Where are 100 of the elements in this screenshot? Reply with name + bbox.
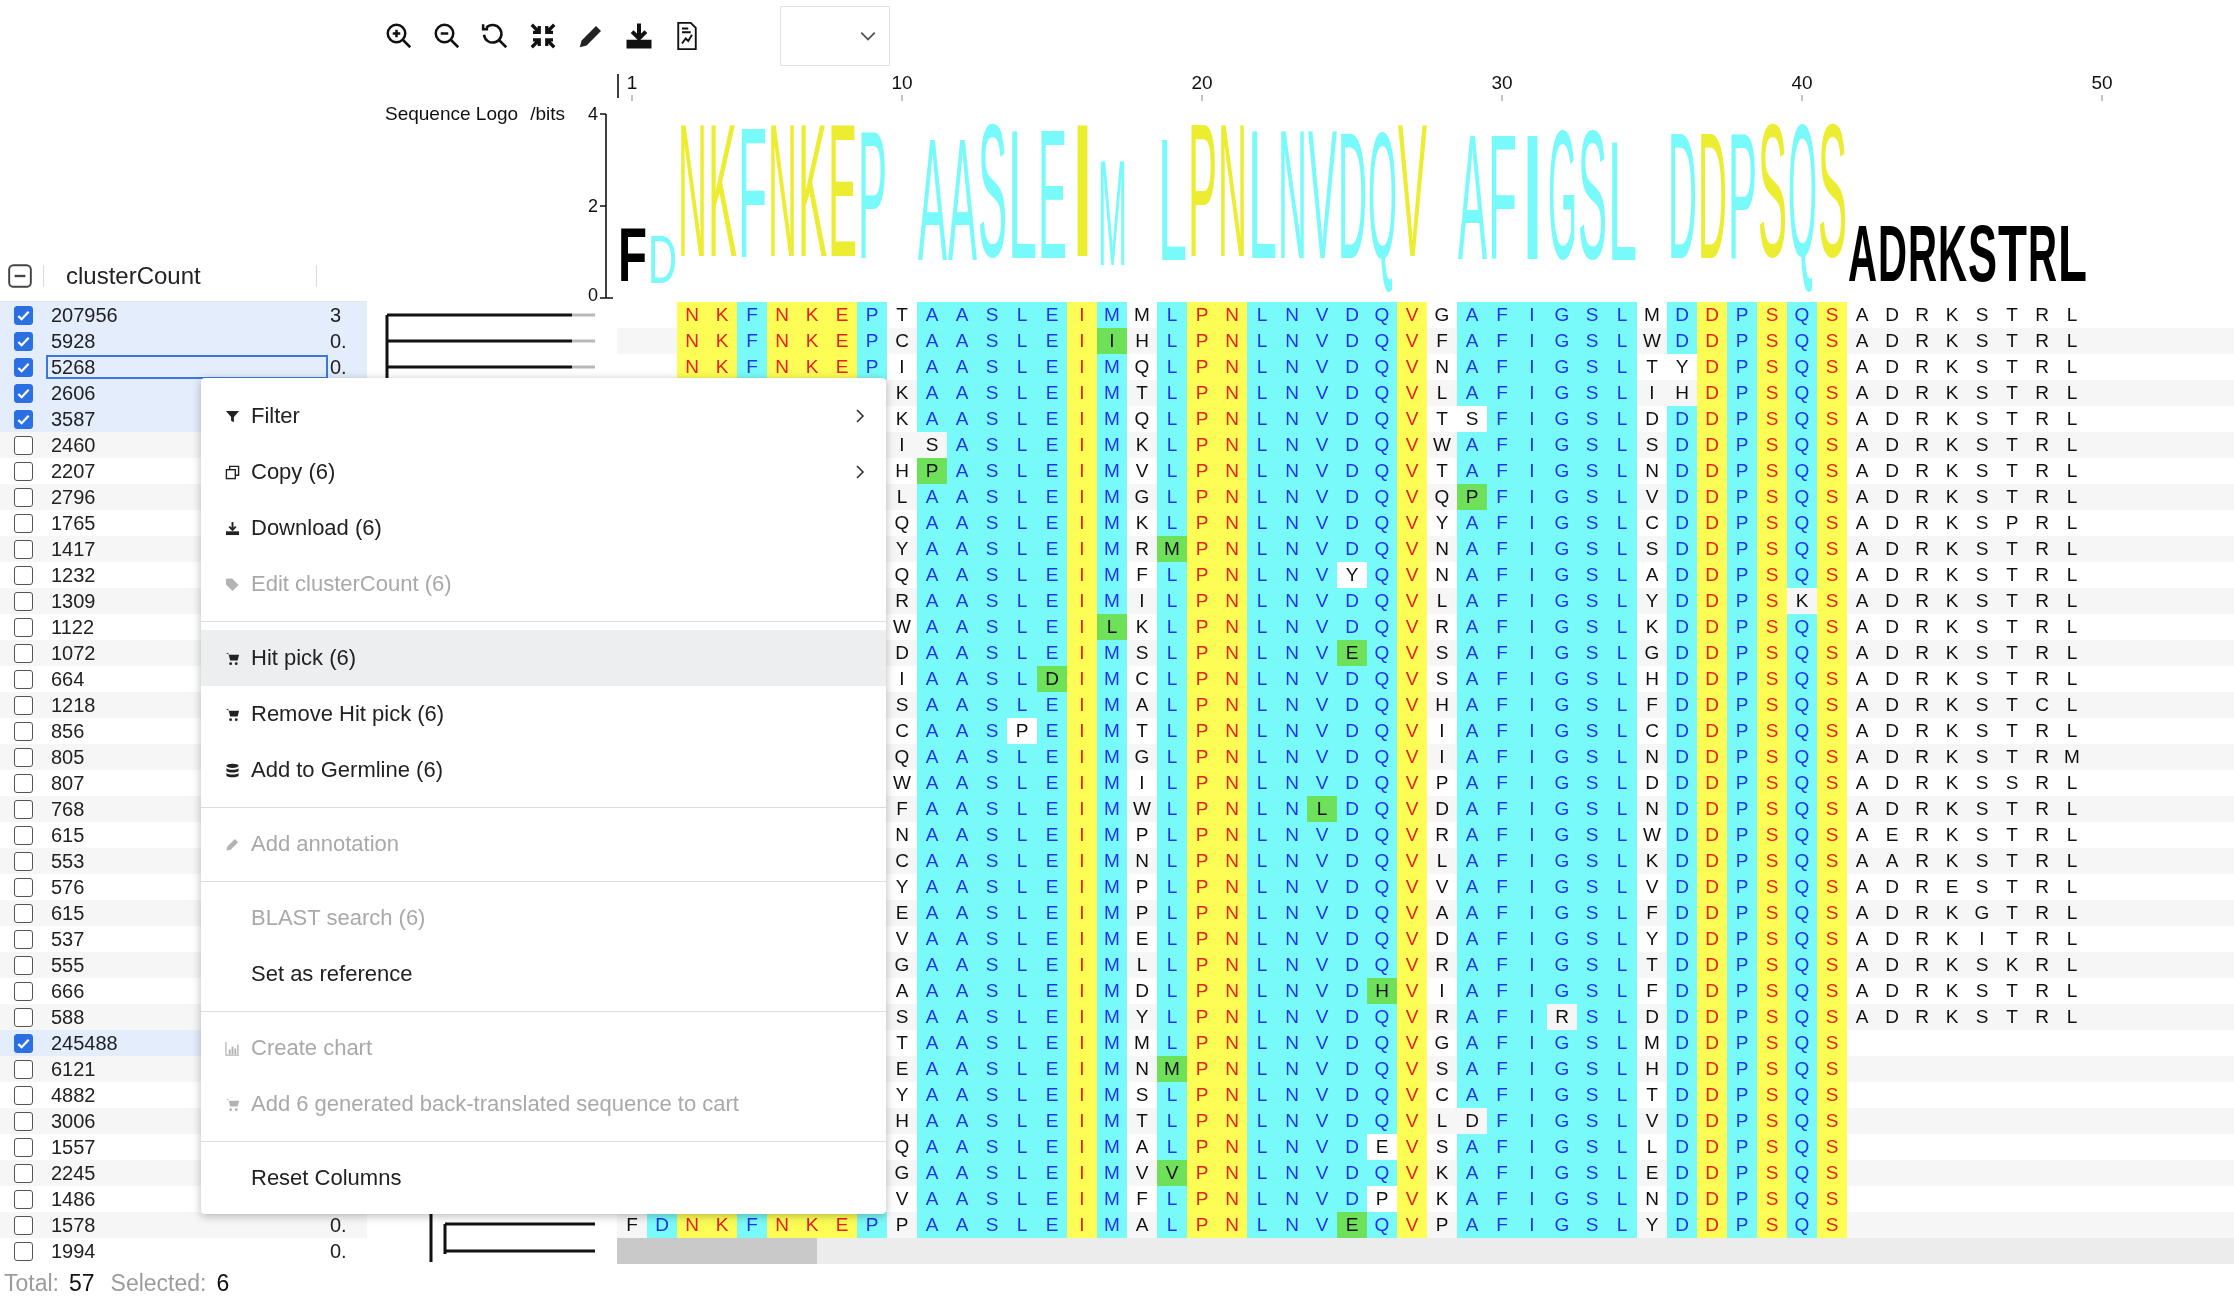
checkbox[interactable] <box>13 825 33 845</box>
table-cell-text: 768 <box>50 797 86 821</box>
table-row[interactable]: 1765 <box>0 510 201 536</box>
zoom-in-icon[interactable] <box>384 21 414 51</box>
table-row[interactable]: 537 <box>0 926 201 952</box>
table-cell-text: 2796 <box>50 485 97 509</box>
checkbox[interactable] <box>13 383 33 403</box>
table-row[interactable]: 2460 <box>0 432 201 458</box>
checkbox[interactable] <box>13 331 33 351</box>
residue: L <box>2065 459 2079 483</box>
menu-item[interactable]: Remove Hit pick (6) <box>201 686 886 742</box>
checkbox[interactable] <box>13 799 33 819</box>
table-row[interactable]: 2245 <box>0 1160 201 1186</box>
checkbox[interactable] <box>13 513 33 533</box>
menu-item[interactable]: Download (6) <box>201 500 886 556</box>
checkbox[interactable] <box>13 851 33 871</box>
column-header[interactable]: clusterCount <box>66 261 316 290</box>
table-row[interactable]: 1309 <box>0 588 201 614</box>
checkbox[interactable] <box>13 695 33 715</box>
checkbox[interactable] <box>13 1007 33 1027</box>
checkbox[interactable] <box>13 721 33 741</box>
checkbox[interactable] <box>13 591 33 611</box>
checkbox[interactable] <box>13 1215 33 1235</box>
menu-item[interactable]: Filter <box>201 388 886 444</box>
table-row[interactable]: 1994 0. <box>0 1238 367 1264</box>
table-row[interactable]: 666 <box>0 978 201 1004</box>
checkbox[interactable] <box>13 669 33 689</box>
table-row[interactable]: 3006 <box>0 1108 201 1134</box>
checkbox[interactable] <box>13 903 33 923</box>
checkbox[interactable] <box>13 461 33 481</box>
table-row[interactable]: 553 <box>0 848 201 874</box>
checkbox[interactable] <box>13 357 33 377</box>
table-row[interactable]: 1072 <box>0 640 201 666</box>
residue: E <box>827 302 857 328</box>
residue: P <box>1727 952 1757 978</box>
residue: Q <box>1787 796 1817 822</box>
checkbox[interactable] <box>13 1059 33 1079</box>
table-row[interactable]: 664 <box>0 666 201 692</box>
checkbox[interactable] <box>13 1137 33 1157</box>
table-row[interactable]: 1486 <box>0 1186 201 1212</box>
checkbox[interactable] <box>13 747 33 767</box>
checkbox[interactable] <box>13 539 33 559</box>
table-row[interactable]: 615 <box>0 822 201 848</box>
table-row[interactable]: 588 <box>0 1004 201 1030</box>
checkbox[interactable] <box>13 1033 33 1053</box>
table-row[interactable]: 2796 <box>0 484 201 510</box>
residue: A <box>1854 511 1870 535</box>
checkbox[interactable] <box>13 435 33 455</box>
checkbox[interactable] <box>13 877 33 897</box>
table-row[interactable]: 615 <box>0 900 201 926</box>
checkbox[interactable] <box>13 773 33 793</box>
table-row[interactable]: 768 <box>0 796 201 822</box>
table-row[interactable]: 807 <box>0 770 201 796</box>
checkbox[interactable] <box>13 955 33 975</box>
table-row[interactable]: 5928 0. <box>0 328 367 354</box>
table-row[interactable]: 1218 <box>0 692 201 718</box>
table-row[interactable]: 245488 <box>0 1030 201 1056</box>
table-row[interactable]: 207956 3 <box>0 302 367 328</box>
menu-item[interactable]: Reset Columns <box>201 1150 886 1206</box>
table-row[interactable]: 4882 <box>0 1082 201 1108</box>
checkbox[interactable] <box>13 305 33 325</box>
residue: S <box>1577 588 1607 614</box>
table-row[interactable]: 1417 <box>0 536 201 562</box>
table-row[interactable]: 3587 <box>0 406 201 432</box>
table-row[interactable]: 856 <box>0 718 201 744</box>
menu-item[interactable]: Add to Germline (6) <box>201 742 886 798</box>
table-row[interactable]: 6121 <box>0 1056 201 1082</box>
table-row[interactable]: 1232 <box>0 562 201 588</box>
residue: S <box>1757 380 1787 406</box>
checkbox[interactable] <box>13 1111 33 1131</box>
checkbox[interactable] <box>13 487 33 507</box>
table-row[interactable]: 1578 0. <box>0 1212 367 1238</box>
menu-item[interactable]: Copy (6) <box>201 444 886 500</box>
table-row[interactable]: 1557 <box>0 1134 201 1160</box>
residue: N <box>1217 510 1247 536</box>
table-row[interactable]: 576 <box>0 874 201 900</box>
download-icon[interactable] <box>624 21 654 51</box>
table-row[interactable]: 5268 0. <box>0 354 367 380</box>
checkbox[interactable] <box>13 617 33 637</box>
table-row[interactable]: 1122 <box>0 614 201 640</box>
checkbox[interactable] <box>13 929 33 949</box>
compress-icon[interactable] <box>528 21 558 51</box>
checkbox[interactable] <box>13 981 33 1001</box>
checkbox[interactable] <box>13 1085 33 1105</box>
checkbox[interactable] <box>13 409 33 429</box>
reset-zoom-icon[interactable] <box>480 21 510 51</box>
menu-item[interactable]: Hit pick (6) <box>201 630 886 686</box>
checkbox[interactable] <box>13 565 33 585</box>
table-row[interactable]: 555 <box>0 952 201 978</box>
table-row[interactable]: 2606 <box>0 380 201 406</box>
zoom-out-icon[interactable] <box>432 21 462 51</box>
menu-item[interactable]: Set as reference <box>201 946 886 1002</box>
checkbox[interactable] <box>7 262 33 289</box>
checkbox[interactable] <box>13 1241 33 1261</box>
table-row[interactable]: 2207 <box>0 458 201 484</box>
scrollbar-thumb[interactable] <box>617 1238 817 1264</box>
checkbox[interactable] <box>13 643 33 663</box>
checkbox[interactable] <box>13 1163 33 1183</box>
checkbox[interactable] <box>13 1189 33 1209</box>
table-row[interactable]: 805 <box>0 744 201 770</box>
